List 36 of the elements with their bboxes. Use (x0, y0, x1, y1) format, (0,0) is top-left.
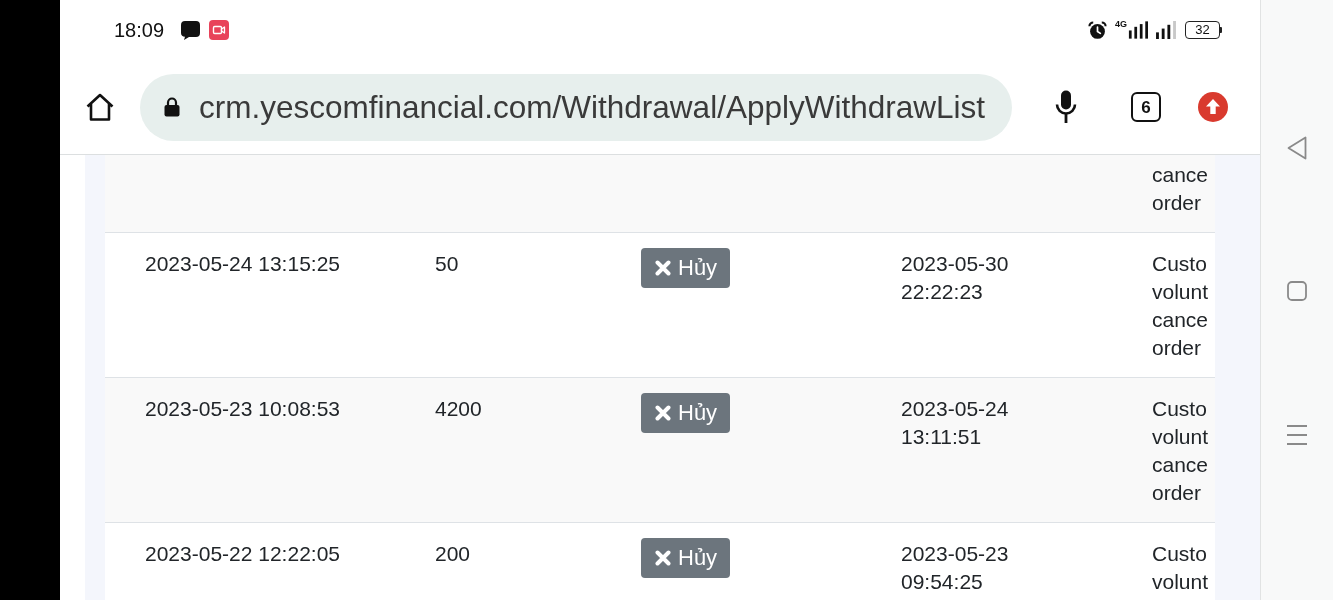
date-time-text: 2023-05-23 10:08:53 (145, 396, 340, 422)
date-time-text: 2023-05-24 13:11:51 (901, 396, 1010, 450)
alarm-clock-icon (1088, 20, 1107, 40)
amount-text: 50 (435, 251, 459, 277)
x-icon (655, 550, 671, 566)
date-time-text: 2023-05-30 22:22:23 (901, 251, 1010, 305)
date-time-text: 2023-05-24 13:15:25 (145, 251, 340, 277)
clock-time: 18:09 (114, 18, 165, 42)
arrow-up-circle-icon[interactable] (1198, 92, 1228, 122)
signal-bars-icon (1128, 21, 1148, 39)
reason-text: cance order (1152, 162, 1210, 216)
menu-icon[interactable] (1286, 424, 1308, 446)
lock-icon (164, 97, 180, 117)
video-camera-icon (209, 20, 230, 40)
cancel-button[interactable]: Hủy (641, 248, 731, 288)
reason-text: Custo volunt cance order (1152, 251, 1210, 361)
home-icon[interactable] (85, 92, 115, 122)
cancel-button[interactable]: Hủy (641, 538, 731, 578)
address-bar[interactable]: crm.yescomfinancial.com/Withdrawal/ApplyWithdrawList (140, 73, 1012, 141)
tab-count-button[interactable]: 6 (1131, 92, 1161, 122)
signal-bars-icon (1156, 21, 1176, 39)
square-icon[interactable] (1287, 281, 1307, 301)
date-time-text: 2023-05-22 12:22:05 (145, 541, 340, 567)
cancel-button[interactable]: Hủy (641, 393, 731, 433)
reason-text: Custo volunt cance order (1152, 396, 1210, 506)
back-icon[interactable] (1287, 136, 1307, 160)
microphone-icon[interactable] (1055, 90, 1077, 124)
amount-text: 4200 (435, 396, 482, 422)
x-icon (655, 260, 671, 276)
network-type-label: 4G (1115, 20, 1127, 29)
reason-text: Custo volunt (1152, 541, 1210, 595)
amount-text: 200 (435, 541, 471, 567)
chat-bubble-icon (181, 20, 201, 40)
date-time-text: 2023-05-23 09:54:25 (901, 541, 1010, 595)
x-icon (655, 405, 671, 421)
battery-indicator: 32 (1185, 21, 1222, 39)
